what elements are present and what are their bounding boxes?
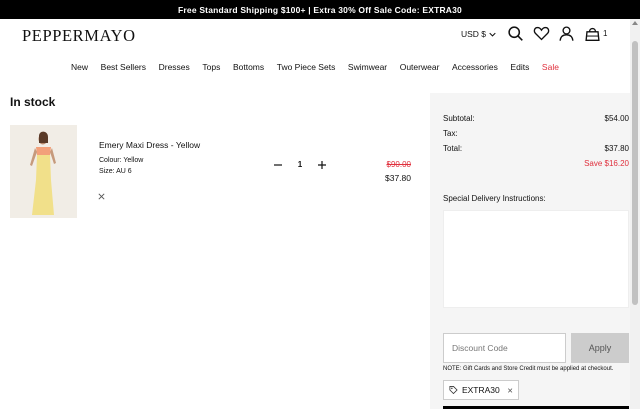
savings-row: Save $16.20 — [443, 159, 629, 168]
delivery-instructions-textarea[interactable] — [443, 210, 629, 308]
discount-code-input[interactable]: Discount Code — [443, 333, 566, 363]
site-header: PEPPERMAYO USD $ 1 — [0, 19, 630, 55]
nav-sale[interactable]: Sale — [536, 58, 566, 76]
quantity-value[interactable]: 1 — [290, 160, 310, 169]
currency-selector[interactable]: USD $ — [461, 29, 496, 39]
applied-code: EXTRA30 — [461, 385, 500, 395]
scroll-thumb[interactable] — [632, 41, 638, 305]
nav-outerwear[interactable]: Outerwear — [393, 58, 445, 76]
nav-swimwear[interactable]: Swimwear — [342, 58, 394, 76]
decrease-quantity-button[interactable] — [272, 159, 284, 171]
instructions-label: Special Delivery Instructions: — [443, 194, 546, 203]
order-summary-panel: Subtotal: $54.00 Tax: Total: $37.80 Save… — [430, 93, 630, 409]
nav-best-sellers[interactable]: Best Sellers — [94, 58, 152, 76]
sale-price: $37.80 — [385, 173, 411, 183]
applied-discount-tag: EXTRA30 — [443, 380, 519, 400]
promo-bar: Free Standard Shipping $100+ | Extra 30%… — [0, 0, 640, 19]
subtotal-row: Subtotal: $54.00 — [443, 114, 629, 123]
nav-tops[interactable]: Tops — [196, 58, 227, 76]
cart-count: 1 — [603, 29, 608, 38]
total-label: Total: — [443, 144, 463, 153]
nav-dresses[interactable]: Dresses — [152, 58, 196, 76]
section-title: In stock — [10, 95, 56, 109]
nav-two-piece-sets[interactable]: Two Piece Sets — [270, 58, 341, 76]
nav-new[interactable]: New — [65, 58, 95, 76]
subtotal-label: Subtotal: — [443, 114, 475, 123]
search-icon[interactable] — [507, 25, 524, 42]
original-price: $90.00 — [386, 160, 411, 169]
checkout-note: NOTE: Gift Cards and Store Credit must b… — [443, 366, 614, 372]
heart-icon[interactable] — [533, 25, 550, 42]
subtotal-value: $54.00 — [604, 114, 629, 123]
nav-accessories[interactable]: Accessories — [446, 58, 504, 76]
scroll-up-icon[interactable] — [632, 21, 638, 25]
remove-code-icon[interactable] — [507, 387, 513, 394]
increase-quantity-button[interactable] — [316, 159, 328, 171]
product-colour: Colour: Yellow — [99, 157, 144, 164]
bag-icon[interactable] — [584, 25, 601, 42]
product-image[interactable] — [10, 125, 77, 218]
total-row: Total: $37.80 — [443, 144, 629, 153]
remove-item-icon[interactable] — [97, 192, 106, 201]
apply-button[interactable]: Apply — [571, 333, 629, 363]
currency-label: USD $ — [461, 29, 487, 39]
scrollbar[interactable] — [630, 19, 640, 409]
logo[interactable]: PEPPERMAYO — [22, 26, 136, 46]
chevron-down-icon — [489, 32, 496, 37]
nav-bottoms[interactable]: Bottoms — [227, 58, 271, 76]
promo-text: Free Standard Shipping $100+ | Extra 30%… — [178, 4, 462, 15]
nav-edits[interactable]: Edits — [504, 58, 536, 76]
savings-text: Save $16.20 — [584, 159, 629, 168]
product-name[interactable]: Emery Maxi Dress - Yellow — [99, 140, 200, 150]
dress-image-icon — [10, 125, 77, 218]
total-value: $37.80 — [604, 144, 629, 153]
tax-label: Tax: — [443, 129, 458, 138]
tax-row: Tax: — [443, 129, 629, 138]
user-icon[interactable] — [558, 25, 575, 42]
main-nav: New Best Sellers Dresses Tops Bottoms Tw… — [0, 58, 630, 76]
product-size: Size: AU 6 — [99, 168, 132, 175]
tag-icon — [449, 386, 458, 395]
